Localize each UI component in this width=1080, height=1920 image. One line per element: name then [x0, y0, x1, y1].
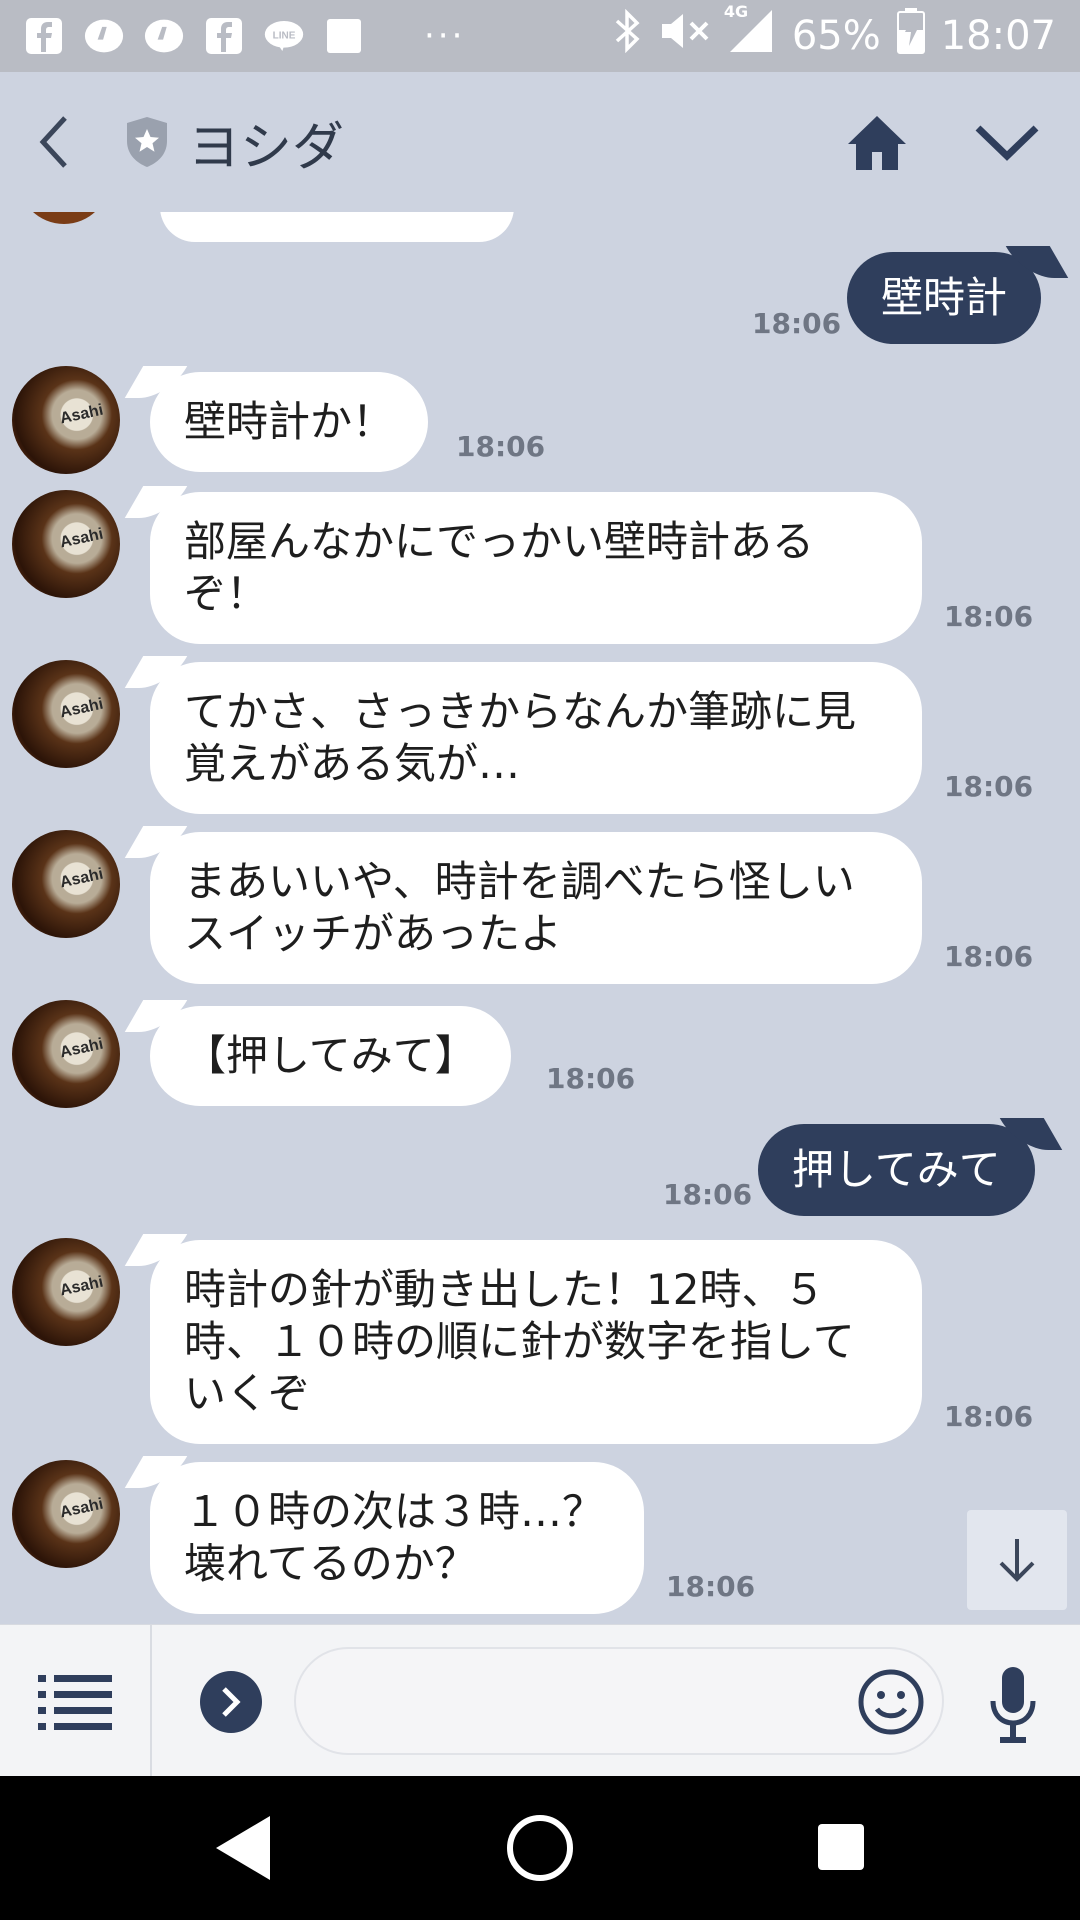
microphone-icon: [990, 1667, 1036, 1743]
image-notification-icon: [324, 16, 364, 56]
avatar[interactable]: [12, 660, 120, 768]
nav-home-button[interactable]: [506, 1814, 574, 1882]
chat-title: ヨシダ: [188, 117, 345, 178]
system-status: 4G 65% 18:07: [612, 2, 1056, 64]
chat-messages[interactable]: 壁時計 18:06 壁時計か！ 18:06 部屋んなかにでっかい壁時計あるぞ！ …: [0, 212, 1080, 1624]
avatar[interactable]: [18, 212, 110, 224]
back-button[interactable]: [0, 72, 110, 212]
message-bubble-incoming[interactable]: 壁時計か！: [150, 372, 429, 472]
message-time: 18:06: [944, 770, 1034, 803]
clock: 18:07: [940, 13, 1056, 59]
line-app-icon: [84, 16, 124, 56]
message-bubble-incoming[interactable]: てかさ、さっきからなんか筆跡に見覚えがある気が…: [150, 662, 922, 814]
message-time: 18:06: [944, 940, 1034, 973]
system-navigation-bar: [0, 1776, 1080, 1920]
battery-icon: [896, 8, 925, 64]
avatar[interactable]: [12, 1460, 120, 1568]
bluetooth-icon: [612, 8, 642, 63]
more-notifications: ···: [424, 16, 466, 56]
message-time: 18:06: [546, 1062, 636, 1095]
emoji-button[interactable]: [858, 1669, 924, 1735]
home-icon: [848, 116, 906, 170]
message-bubble-outgoing[interactable]: 押してみて: [758, 1124, 1035, 1216]
mute-icon: [658, 9, 712, 63]
voice-button[interactable]: [988, 1665, 1038, 1745]
circle-home-icon: [507, 1815, 573, 1881]
message-bubble-incoming[interactable]: 時計の針が動き出した！12時、５時、１０時の順に針が数字を指していくぞ: [150, 1240, 922, 1444]
notification-icons: LINE ···: [24, 16, 465, 56]
back-arrow-icon: [39, 116, 67, 168]
message-time: 18:06: [752, 307, 842, 340]
shield-star-icon: [122, 115, 172, 169]
avatar[interactable]: [12, 830, 120, 938]
menu-icon: [38, 1675, 112, 1730]
avatar[interactable]: [12, 490, 120, 598]
svg-text:LINE: LINE: [273, 31, 296, 42]
message-input[interactable]: [294, 1647, 944, 1755]
battery-level: 65%: [791, 13, 881, 59]
triangle-back-icon: [216, 1816, 270, 1880]
nav-back-button[interactable]: [214, 1814, 274, 1882]
emoji-icon: [858, 1669, 924, 1735]
message-bubble-incoming[interactable]: 部屋んなかにでっかい壁時計あるぞ！: [150, 492, 922, 644]
message-time: 18:06: [456, 430, 546, 463]
message-bubble-incoming[interactable]: 【押してみて】: [150, 1006, 511, 1106]
message-time: 18:06: [944, 600, 1034, 633]
message-bubble-incoming[interactable]: １０時の次は３時…？壊れてるのか？: [150, 1462, 644, 1614]
avatar[interactable]: [12, 366, 120, 474]
avatar[interactable]: [12, 1238, 120, 1346]
message-time: 18:06: [663, 1178, 753, 1211]
facebook-icon: [204, 16, 244, 56]
nav-recent-apps-button[interactable]: [818, 1824, 864, 1870]
chevron-right-icon: [222, 1687, 241, 1717]
line-app-icon: [144, 16, 184, 56]
expand-options-button[interactable]: [200, 1671, 262, 1733]
network-type: 4G: [723, 2, 749, 21]
message-input-bar: [0, 1624, 1080, 1777]
home-button[interactable]: [846, 112, 908, 174]
scroll-to-bottom-button[interactable]: [967, 1510, 1067, 1610]
message-bubble-partial: [160, 212, 514, 242]
signal-icon: 4G: [724, 2, 776, 64]
message-time: 18:06: [666, 1570, 756, 1603]
divider: [150, 1625, 152, 1777]
message-bubble-incoming[interactable]: まあいいや、時計を調べたら怪しいスイッチがあったよ: [150, 832, 922, 984]
dropdown-button[interactable]: [972, 118, 1042, 168]
avatar[interactable]: [12, 1000, 120, 1108]
menu-button[interactable]: [38, 1671, 112, 1731]
facebook-icon: [24, 16, 64, 56]
message-bubble-outgoing[interactable]: 壁時計: [847, 252, 1042, 344]
arrow-down-icon: [999, 1539, 1035, 1582]
chat-header: ヨシダ: [0, 72, 1080, 212]
chevron-down-icon: [975, 125, 1039, 161]
line-icon: LINE: [264, 16, 304, 56]
status-bar: LINE ··· 4G 65% 18:07: [0, 0, 1080, 72]
message-time: 18:06: [944, 1400, 1034, 1433]
